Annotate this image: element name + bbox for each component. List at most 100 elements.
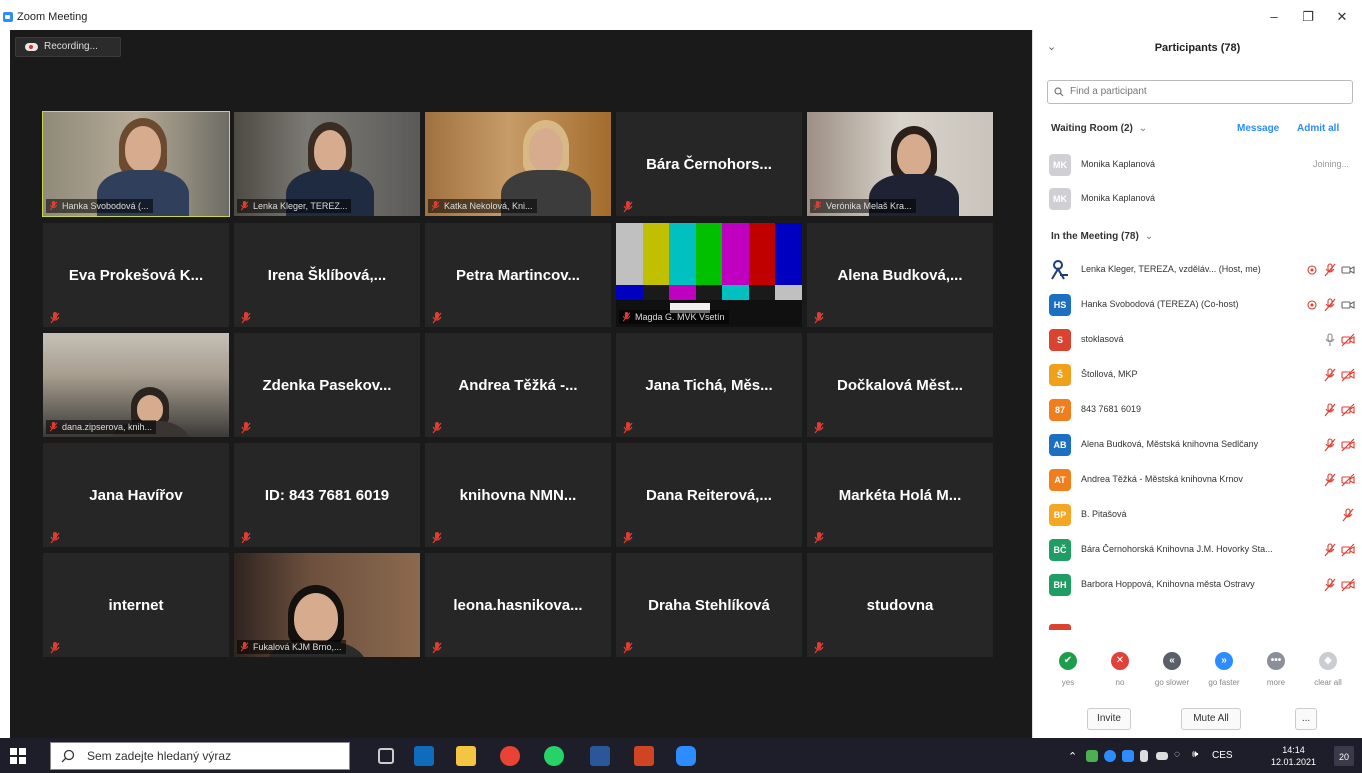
screen-share-icon: [1305, 263, 1319, 277]
whatsapp-icon[interactable]: [544, 746, 564, 766]
meeting-participant-row[interactable]: HS Hanka Svobodová (TEREZA) (Co-host): [1047, 288, 1359, 322]
waiting-room-label: Waiting Room (2): [1051, 123, 1133, 134]
battery-icon[interactable]: [1156, 752, 1168, 760]
video-tile[interactable]: Alena Budková,...: [807, 223, 993, 327]
waiting-participant-row[interactable]: MK Monika Kaplanová Joining...: [1047, 148, 1359, 182]
notifications-icon[interactable]: 20: [1334, 746, 1354, 766]
participant-display-name: Markéta Holá M...: [838, 486, 962, 504]
outlook-icon[interactable]: [414, 746, 434, 766]
system-clock[interactable]: 14:14 12.01.2021: [1271, 744, 1316, 768]
video-tile[interactable]: Irena Šklíbová,...: [234, 223, 420, 327]
video-tile[interactable]: Bára Černohors...: [616, 112, 802, 216]
video-tile[interactable]: Jana Tichá, Měs...: [616, 333, 802, 437]
admit-all-link[interactable]: Admit all: [1297, 123, 1339, 134]
video-tile[interactable]: internet: [43, 553, 229, 657]
meeting-participant-row[interactable]: BP B. Pitašová: [1047, 498, 1359, 532]
reaction-label: yes: [1061, 678, 1075, 687]
reaction-clear-all-button[interactable]: ◆ clear all: [1303, 652, 1353, 687]
avatar: AT: [1049, 469, 1071, 491]
camera-off-icon: [1341, 473, 1355, 487]
meeting-participant-row[interactable]: 87 843 7681 6019: [1047, 393, 1359, 427]
recording-indicator[interactable]: Recording...: [15, 37, 121, 57]
powerpoint-icon[interactable]: [634, 746, 654, 766]
windows-taskbar: Sem zadejte hledaný výraz ⌃ ◌ 🕪 CES 14:1…: [0, 738, 1362, 773]
meeting-participant-row[interactable]: Lenka Kleger, TEREZA, vzděláv... (Host, …: [1047, 253, 1359, 287]
video-tile[interactable]: Andrea Těžká -...: [425, 333, 611, 437]
participants-panel: ⌄ Participants (78) Find a participant W…: [1032, 30, 1362, 738]
close-button[interactable]: ✕: [1332, 8, 1352, 26]
avatar: BČ: [1049, 539, 1071, 561]
windows-start-icon[interactable]: [10, 748, 26, 764]
onedrive-icon[interactable]: [1104, 750, 1116, 762]
reaction-go-faster-button[interactable]: » go faster: [1199, 652, 1249, 687]
participant-display-name: Irena Šklíbová,...: [267, 266, 387, 284]
file-explorer-icon[interactable]: [456, 746, 476, 766]
task-view-icon[interactable]: [378, 748, 394, 764]
tray-chevron-icon[interactable]: ⌃: [1068, 750, 1077, 773]
chrome-icon[interactable]: [500, 746, 520, 766]
restore-button[interactable]: ❐: [1298, 8, 1318, 26]
more-options-button[interactable]: ...: [1295, 708, 1317, 730]
video-tile[interactable]: Magda G. MVK Vsetín: [616, 223, 802, 327]
minimize-button[interactable]: –: [1264, 8, 1284, 26]
video-tile[interactable]: leona.hasnikova...: [425, 553, 611, 657]
participant-display-name: Bára Černohors...: [646, 155, 772, 173]
word-icon[interactable]: [590, 746, 610, 766]
waiting-participant-row[interactable]: MK Monika Kaplanová: [1047, 182, 1359, 216]
meeting-participant-row[interactable]: AT Andrea Těžká - Městská knihovna Krnov: [1047, 463, 1359, 497]
video-tile[interactable]: Verónika Melaš Kra...: [807, 112, 993, 216]
message-link[interactable]: Message: [1237, 123, 1279, 134]
meeting-participant-row[interactable]: BH Barbora Hoppová, Knihovna města Ostrav…: [1047, 568, 1359, 602]
participant-display-name: Dočkalová Měst...: [837, 376, 963, 394]
in-meeting-header[interactable]: In the Meeting (78) ⌄: [1051, 231, 1153, 242]
participant-display-name: Jana Tichá, Měs...: [645, 376, 773, 394]
video-tile[interactable]: Hanka Svobodová (...: [42, 111, 230, 217]
zoom-taskbar-icon[interactable]: [676, 746, 696, 766]
reaction-go-slower-button[interactable]: « go slower: [1147, 652, 1197, 687]
mic-muted-icon: [432, 641, 442, 654]
reaction-no-button[interactable]: ✕ no: [1095, 652, 1145, 687]
reaction-more-button[interactable]: ••• more: [1251, 652, 1301, 687]
reaction-go-faster-icon: »: [1215, 652, 1233, 670]
taskbar-search-input[interactable]: Sem zadejte hledaný výraz: [50, 742, 350, 770]
language-indicator[interactable]: CES: [1212, 750, 1233, 773]
usb-icon[interactable]: [1140, 750, 1148, 762]
camera-off-icon: [1341, 438, 1355, 452]
meeting-participant-row[interactable]: Sstoklasová: [1047, 323, 1359, 357]
meeting-participant-row[interactable]: Š Štollová, MKP: [1047, 358, 1359, 392]
video-tile[interactable]: Dočkalová Měst...: [807, 333, 993, 437]
video-tile[interactable]: Eva Prokešová K...: [43, 223, 229, 327]
participant-display-name: Jana Havířov: [89, 486, 183, 504]
camera-icon: [1341, 298, 1355, 312]
video-tile[interactable]: dana.zipserova, knih...: [43, 333, 229, 437]
video-tile[interactable]: Markéta Holá M...: [807, 443, 993, 547]
zoom-tray-icon[interactable]: [1122, 750, 1134, 762]
mic-muted-icon: [814, 311, 824, 324]
mute-all-button[interactable]: Mute All: [1181, 708, 1241, 730]
video-tile[interactable]: Jana Havířov: [43, 443, 229, 547]
meeting-participant-row[interactable]: AB Alena Budková, Městská knihovna Sedlča…: [1047, 428, 1359, 462]
tray-app-icon[interactable]: [1086, 750, 1098, 762]
video-tile[interactable]: Katka Nekolová, Kni...: [425, 112, 611, 216]
video-tile[interactable]: Draha Stehlíková: [616, 553, 802, 657]
video-tile[interactable]: Fukalová KJM Brno,...: [234, 553, 420, 657]
meeting-participant-row[interactable]: BČ Bára Černohorská Knihovna J.M. Hovorky…: [1047, 533, 1359, 567]
video-tile[interactable]: studovna: [807, 553, 993, 657]
reaction-yes-button[interactable]: ✔ yes: [1043, 652, 1093, 687]
mic-muted-icon: [1323, 368, 1337, 382]
video-tile[interactable]: Lenka Kleger, TEREZ...: [234, 112, 420, 216]
waiting-room-header[interactable]: Waiting Room (2) ⌄: [1051, 123, 1147, 134]
mic-muted-icon: [814, 531, 824, 544]
video-tile[interactable]: Zdenka Pasekov...: [234, 333, 420, 437]
participant-search-input[interactable]: Find a participant: [1047, 80, 1353, 104]
invite-button[interactable]: Invite: [1087, 708, 1131, 730]
video-tile[interactable]: knihovna NMN...: [425, 443, 611, 547]
volume-icon[interactable]: 🕪: [1192, 749, 1198, 773]
video-tile[interactable]: Dana Reiterová,...: [616, 443, 802, 547]
mic-muted-icon: [241, 421, 251, 434]
video-tile[interactable]: Petra Martincov...: [425, 223, 611, 327]
participant-display-name: Petra Martincov...: [456, 266, 580, 284]
camera-off-icon: [1341, 578, 1355, 592]
video-tile[interactable]: ID: 843 7681 6019: [234, 443, 420, 547]
network-icon[interactable]: ◌: [1174, 749, 1180, 773]
